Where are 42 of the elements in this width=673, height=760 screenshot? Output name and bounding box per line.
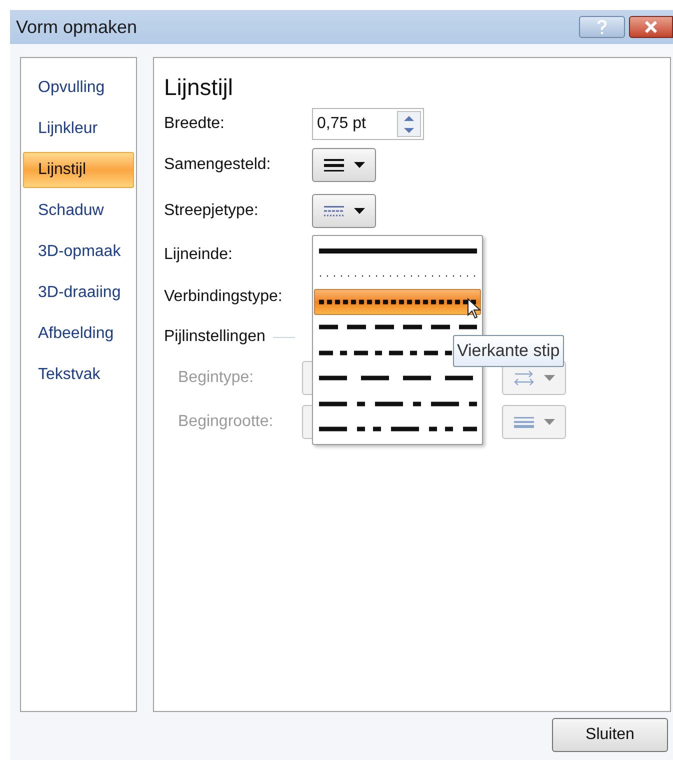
spin-arrows[interactable]	[397, 111, 421, 137]
compound-type-dropdown[interactable]	[312, 148, 376, 182]
window-title: Vorm opmaken	[16, 16, 138, 39]
sidebar-item[interactable]: 3D-draaiing	[23, 275, 134, 311]
line-pattern-icon	[318, 322, 478, 332]
field-label: Breedte:	[164, 114, 226, 134]
dash-option[interactable]	[314, 289, 481, 314]
sidebar-item[interactable]: Afbeelding	[23, 316, 134, 352]
section-label: Pijlinstellingen	[164, 327, 266, 347]
close-button[interactable]	[629, 16, 673, 38]
field-label: Begingrootte:	[177, 412, 274, 432]
sidebar-item[interactable]: Opvulling	[23, 70, 134, 106]
panel-heading: Lijnstijl	[164, 73, 234, 102]
up-arrow-icon	[404, 116, 414, 120]
caret-icon	[354, 162, 364, 168]
width-spin-field[interactable]: 0,75 pt	[312, 108, 424, 140]
close-dialog-button[interactable]: Sluiten	[552, 718, 668, 752]
field-label: Samengesteld:	[164, 155, 272, 175]
caret-icon	[544, 375, 554, 381]
field-label: Verbindingstype:	[164, 287, 284, 307]
sidebar-item[interactable]: 3D-opmaak	[23, 234, 134, 270]
sidebar-item[interactable]: Lijnstijl	[23, 152, 134, 188]
sidebar-item[interactable]: Schaduw	[23, 193, 134, 229]
arrows-icon	[514, 370, 534, 386]
caret-icon	[354, 208, 364, 214]
compound-lines-icon	[324, 158, 344, 172]
dash-lines-icon	[324, 205, 344, 217]
field-label: Streepjetype:	[164, 201, 260, 221]
sidebar-item[interactable]: Lijnkleur	[23, 111, 134, 147]
field-label: Begintype:	[177, 368, 255, 388]
dash-type-dropdown[interactable]	[312, 194, 376, 228]
close-icon	[644, 21, 658, 33]
sidebar-item[interactable]: Tekstvak	[23, 357, 134, 393]
caret-icon	[544, 419, 554, 425]
line-pattern-icon	[318, 424, 478, 434]
help-button[interactable]	[579, 16, 625, 38]
tooltip: Vierkante stip	[453, 335, 564, 367]
down-arrow-icon	[404, 128, 414, 132]
help-icon	[597, 20, 607, 34]
line-pattern-icon	[318, 246, 478, 256]
line-sizes-icon	[514, 416, 534, 428]
field-label: Lijneinde:	[164, 245, 234, 265]
